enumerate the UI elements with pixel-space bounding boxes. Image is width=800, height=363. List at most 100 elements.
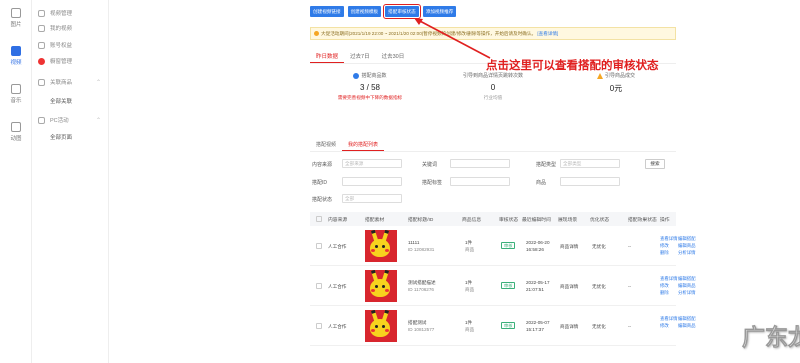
row-time-clock: 21:07:51	[526, 287, 544, 292]
row-action-link[interactable]: 分析详情	[678, 250, 696, 256]
row-optimization: 无优化	[592, 324, 606, 329]
row-effect: --	[628, 324, 632, 329]
row-title: 11111	[408, 240, 420, 245]
row-time-date: 2022-06-20	[526, 240, 550, 245]
row-optimization: 无优化	[592, 244, 606, 249]
subnav-group-pc[interactable]: PC活动 ⌃	[38, 114, 101, 126]
row-id: ID 10812577	[408, 327, 435, 332]
content-source-select[interactable]: 全部来源	[342, 159, 402, 168]
row-title: 搭配测试	[408, 320, 427, 325]
row-item-label: 商品	[465, 327, 475, 332]
row-item-count: 1件	[465, 280, 473, 285]
row-action-link[interactable]: 编辑商品	[678, 243, 696, 249]
annotation-text: 点击这里可以查看搭配的审核状态	[486, 60, 659, 72]
main-content: 创建视频链接 创建视频模板 搭配审核状态 添加视频推荐 大促活动期间(2021/…	[110, 0, 800, 363]
rail-item-music[interactable]: 音乐	[0, 84, 32, 104]
table-row: 人工合作 11111 ID 12082931 1件 商品 审核 2022-06-20 16:5…	[310, 226, 696, 266]
row-thumbnail[interactable]	[365, 270, 397, 302]
row-effect: --	[628, 244, 632, 249]
match-status-select[interactable]: 全部	[342, 194, 402, 203]
match-type-select[interactable]: 全部类型	[560, 159, 620, 168]
tab-my-match-list[interactable]: 我的搭配列表	[342, 138, 385, 151]
row-action-link[interactable]: 删除	[660, 250, 669, 256]
row-action-link[interactable]: 分析详情	[678, 290, 696, 296]
row-thumbnail[interactable]	[365, 230, 397, 262]
row-time-clock: 15:17:37	[526, 327, 544, 332]
row-checkbox[interactable]	[316, 323, 322, 329]
row-action-link[interactable]: 删除	[660, 290, 669, 296]
link-icon	[38, 78, 45, 86]
select-all-checkbox[interactable]	[316, 216, 322, 222]
pikachu-image	[370, 279, 390, 297]
secondary-nav: 视频管理 我的视频 账号权益 橱窗管理 关联商品 ⌃ 全部关联 PC活动 ⌃ 全…	[33, 0, 109, 363]
row-scene: 商品详情	[560, 284, 579, 289]
row-action-link[interactable]: 编辑搭配	[678, 236, 696, 242]
subnav-item-window[interactable]: 橱窗管理	[38, 55, 72, 67]
keyword-input[interactable]	[450, 159, 510, 168]
row-scene: 商品详情	[560, 324, 579, 329]
video-icon	[11, 46, 21, 56]
match-id-input[interactable]	[342, 177, 402, 186]
subnav-item-my-video[interactable]: 我的视频	[38, 22, 72, 34]
table-header: 内容来源 搭配素材 搭配标题/ID 商品信息 审核状态 最近编辑时间 展现场景 …	[310, 212, 676, 226]
row-time-date: 2022-05-07	[526, 320, 550, 325]
row-action-link[interactable]: 编辑商品	[678, 283, 696, 289]
pikachu-image	[370, 239, 390, 257]
video-icon	[38, 24, 45, 32]
tab-match-video[interactable]: 搭配视频	[310, 138, 342, 151]
row-title: 测试搭配描述	[408, 280, 436, 285]
subnav-sub-pc-all[interactable]: 全部页面	[50, 133, 72, 141]
row-time-clock: 16:58:26	[526, 247, 544, 252]
icon-rail: 图片 视频 音乐 动图	[0, 0, 32, 363]
row-action-link[interactable]: 修改	[660, 323, 669, 329]
music-icon	[11, 84, 21, 94]
image-icon	[11, 8, 21, 18]
row-source: 人工合作	[328, 324, 347, 329]
row-checkbox[interactable]	[316, 243, 322, 249]
status-badge: 审核	[501, 322, 516, 329]
row-effect: --	[628, 284, 632, 289]
row-action-link[interactable]: 修改	[660, 243, 669, 249]
row-action-link[interactable]: 查看详情	[660, 236, 678, 242]
row-action-link[interactable]: 查看详情	[660, 276, 678, 282]
status-badge: 审核	[501, 282, 516, 289]
match-tag-input[interactable]	[450, 177, 510, 186]
row-checkbox[interactable]	[316, 283, 322, 289]
row-item-label: 商品	[465, 287, 475, 292]
subnav-item-rights[interactable]: 账号权益	[38, 39, 72, 51]
pikachu-image	[370, 319, 390, 337]
row-action-link[interactable]: 修改	[660, 283, 669, 289]
row-source: 人工合作	[328, 244, 347, 249]
table-row: 人工合作 搭配测试 ID 10812577 1件商品 审核 2022-05-07 15:17…	[310, 306, 696, 346]
subnav-item-video-manage[interactable]: 视频管理	[38, 7, 72, 19]
rail-item-gif[interactable]: 动图	[0, 122, 32, 142]
monitor-icon	[38, 116, 45, 124]
watermark: 广东龙网	[742, 324, 800, 351]
gif-icon	[11, 122, 21, 132]
shield-icon	[38, 41, 45, 49]
row-action-link[interactable]: 查看详情	[660, 316, 678, 322]
subnav-group-related[interactable]: 关联商品 ⌃	[38, 76, 101, 88]
chevron-up-icon: ⌃	[96, 117, 102, 124]
row-optimization: 无优化	[592, 284, 606, 289]
row-action-link[interactable]: 编辑搭配	[678, 316, 696, 322]
row-time-date: 2022-05-17	[526, 280, 550, 285]
row-source: 人工合作	[328, 284, 347, 289]
item-input[interactable]	[560, 177, 620, 186]
folder-icon	[38, 9, 45, 17]
rail-item-video[interactable]: 视频	[0, 46, 32, 66]
row-action-link[interactable]: 编辑搭配	[678, 276, 696, 282]
rail-item-image[interactable]: 图片	[0, 8, 32, 28]
list-tabs: 搭配视频 我的搭配列表	[310, 138, 676, 152]
filter-panel: 内容来源 全部来源 关键词 搭配类型 全部类型 搜索 搭配ID 搭配标签 商品 …	[310, 158, 676, 206]
search-button[interactable]: 搜索	[645, 159, 665, 169]
row-scene: 商品详情	[560, 244, 579, 249]
row-id: ID 12082931	[408, 247, 435, 252]
row-id: ID 11706276	[408, 287, 434, 292]
row-thumbnail[interactable]	[365, 310, 397, 342]
status-badge: 审核	[501, 242, 516, 249]
row-action-link[interactable]: 编辑商品	[678, 323, 696, 329]
chevron-up-icon: ⌃	[96, 79, 102, 86]
row-item-count: 1件	[465, 320, 473, 325]
subnav-sub-related-all[interactable]: 全部关联	[50, 97, 72, 105]
